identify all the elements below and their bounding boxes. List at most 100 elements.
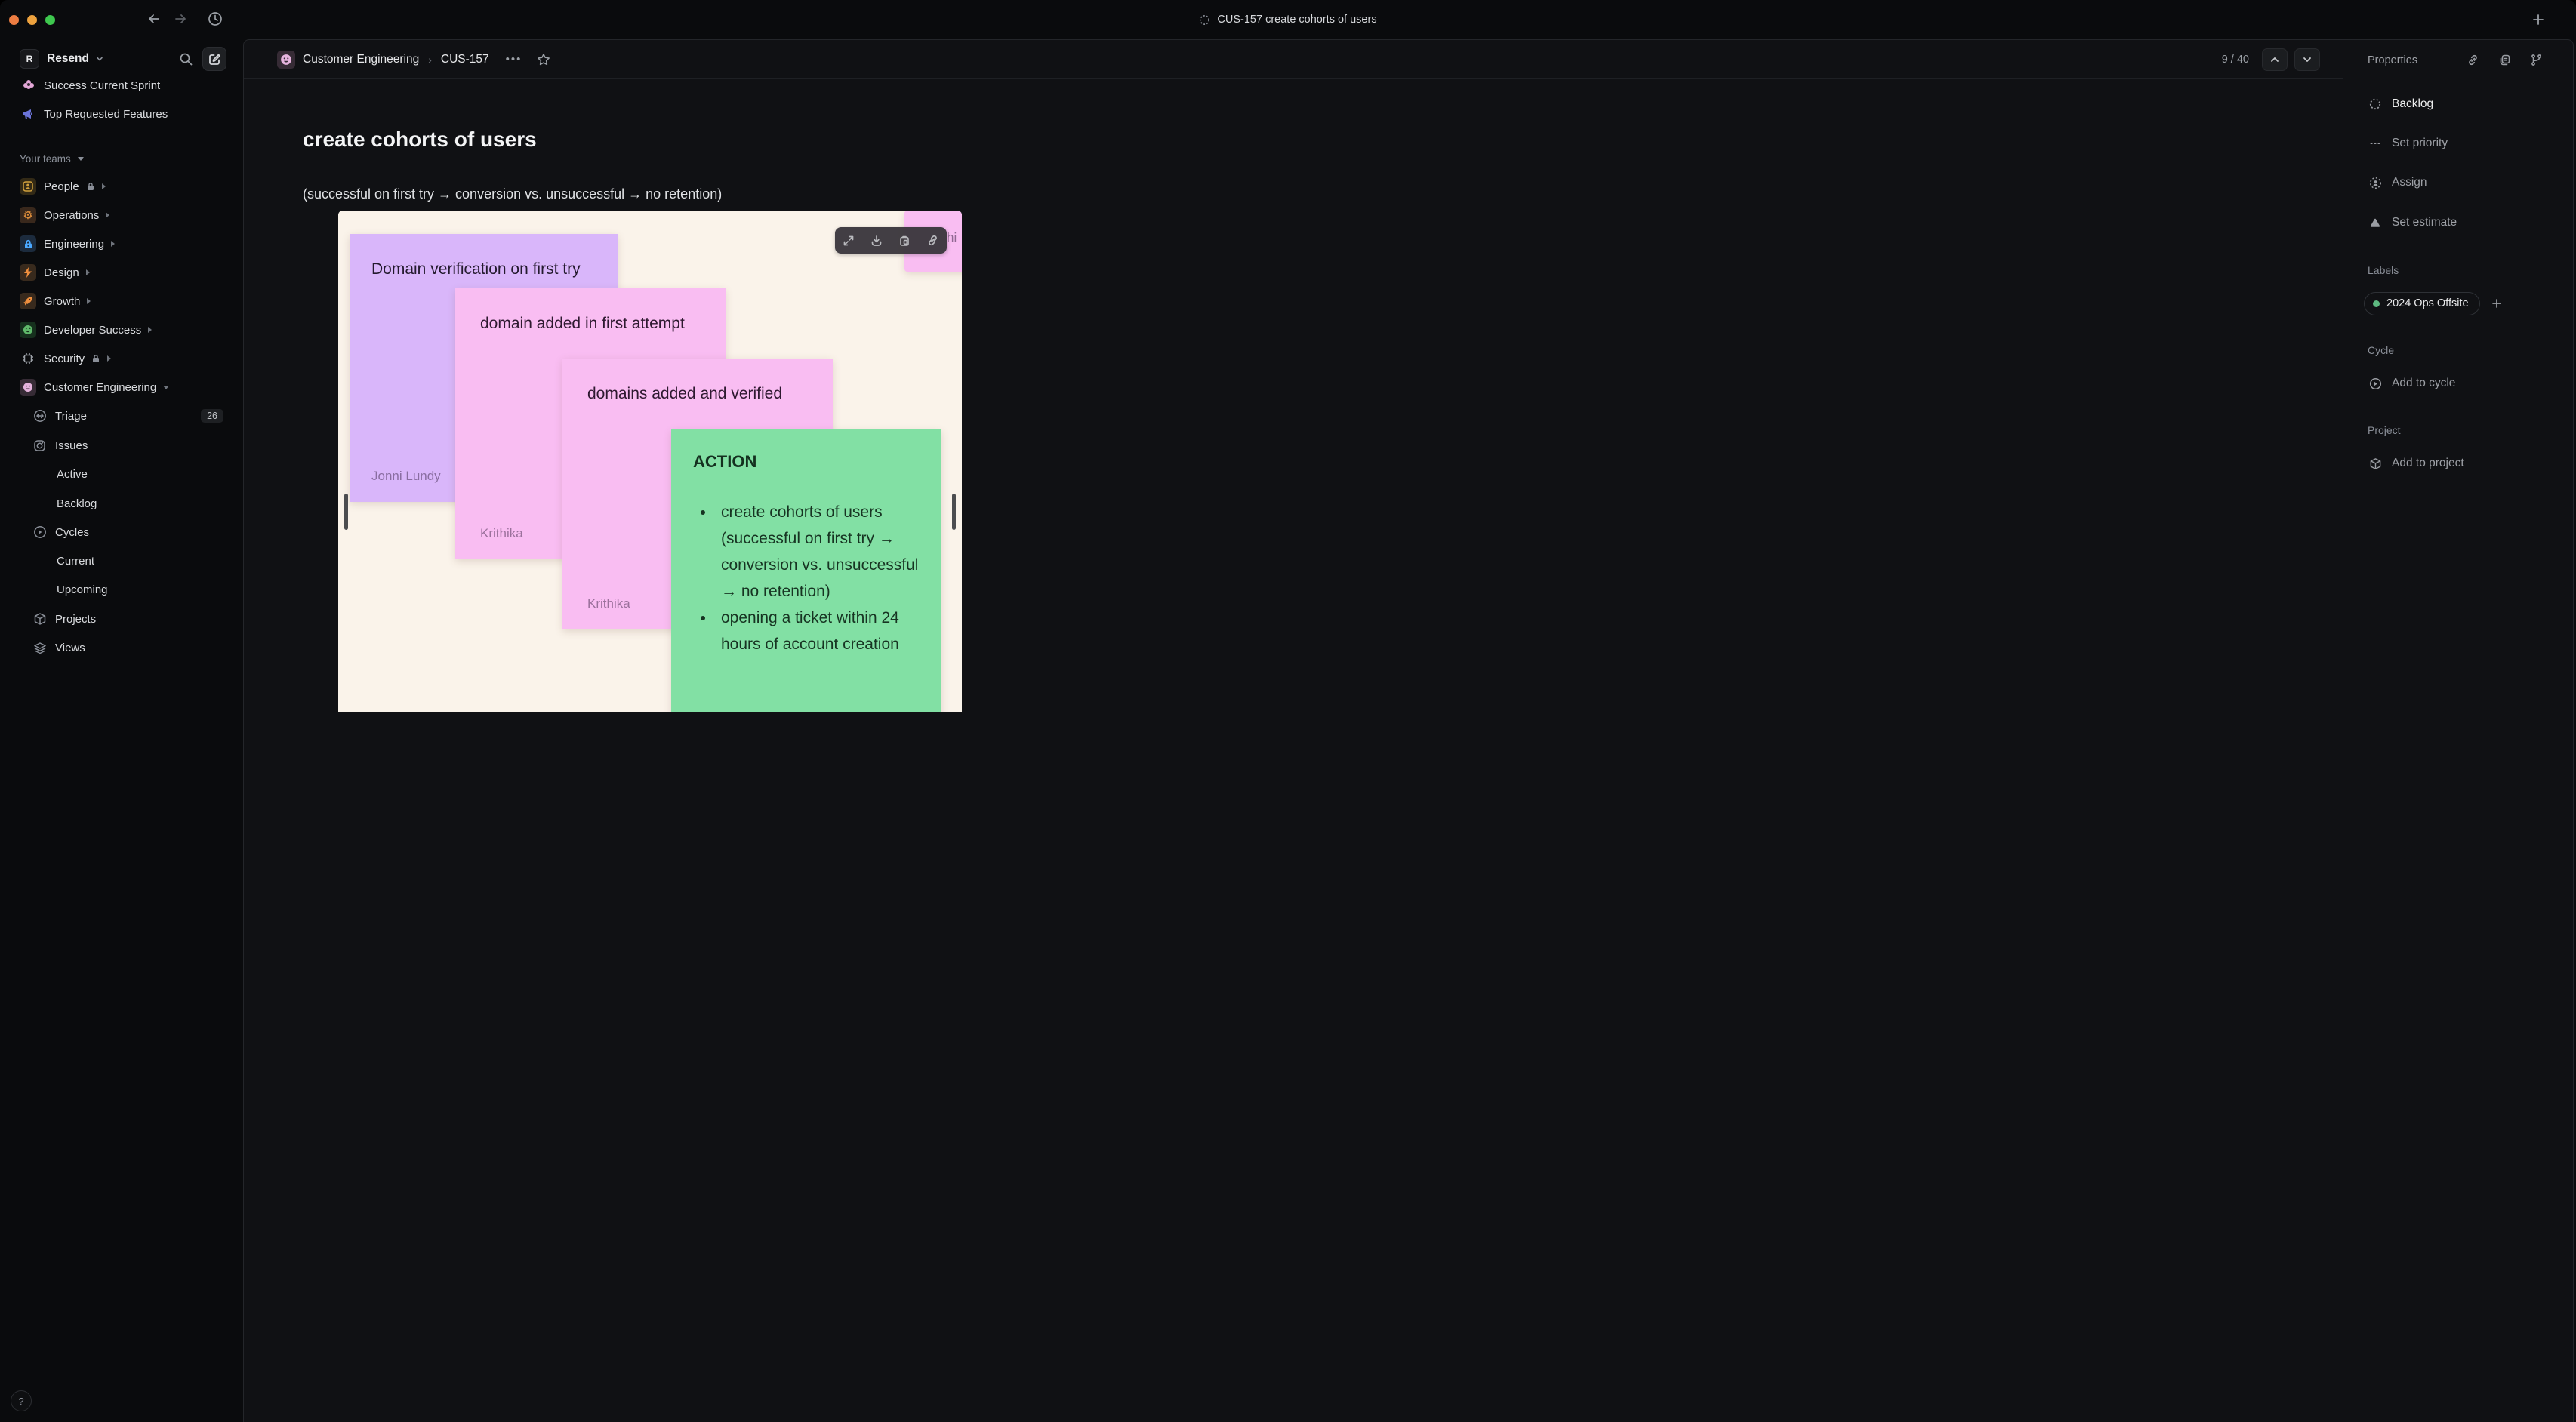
sidebar-team-security[interactable]: Security: [11, 346, 234, 371]
team-label: Developer Success: [44, 323, 142, 337]
cycle-play-icon: [2368, 377, 2383, 390]
sidebar-item-triage[interactable]: Triage 26: [11, 404, 234, 428]
sidebar-item-label: Top Requested Features: [44, 107, 168, 121]
no-priority-icon: [2368, 137, 2383, 149]
estimate-value: Set estimate: [2392, 216, 2457, 229]
chevron-down-icon: [77, 156, 84, 161]
sidebar-item-issues[interactable]: Issues: [11, 433, 234, 457]
sticky-note-green-action: ACTION create cohorts of users (successf…: [671, 429, 941, 712]
image-resize-handle-left[interactable]: [344, 494, 348, 530]
expand-image-icon[interactable]: [843, 235, 855, 247]
image-hover-toolbar: [835, 227, 947, 254]
sidebar-team-growth[interactable]: Growth: [11, 289, 234, 313]
chevron-down-icon: [163, 385, 170, 389]
labels-section-header: Labels: [2368, 261, 2559, 279]
new-tab-plus-icon[interactable]: [2531, 12, 2546, 27]
sidebar: R Resend Success Current Sprint Top Requ…: [0, 39, 243, 1422]
sidebar-item-current[interactable]: Current: [11, 549, 234, 573]
sticky-note-author: Jonni Lundy: [371, 469, 441, 483]
sidebar-item-backlog[interactable]: Backlog: [11, 491, 234, 516]
sidebar-item-cycles[interactable]: Cycles: [11, 520, 234, 544]
issue-title: create cohorts of users: [303, 128, 537, 151]
sidebar-item-upcoming[interactable]: Upcoming: [11, 577, 234, 602]
gear-icon: ⚙: [20, 207, 36, 223]
sidebar-item-projects[interactable]: Projects: [11, 607, 234, 631]
chevron-right-icon: [101, 183, 106, 189]
breadcrumb-team[interactable]: Customer Engineering: [303, 53, 419, 66]
add-to-project-button[interactable]: Add to project: [2368, 453, 2559, 474]
sidebar-item-label: Views: [55, 641, 85, 654]
lock-icon: [91, 354, 100, 363]
breadcrumb-issue-id[interactable]: CUS-157: [441, 53, 489, 66]
sidebar-item-label: Issues: [55, 439, 88, 452]
add-label-plus-icon[interactable]: [2491, 297, 2503, 309]
priority-field[interactable]: Set priority: [2368, 133, 2559, 154]
help-button[interactable]: ?: [11, 1390, 32, 1411]
bullet-item: opening a ticket within 24 hours of acco…: [715, 605, 926, 657]
properties-panel: Properties Backlog Set priority Assign S…: [2343, 40, 2573, 1422]
flower-icon: [21, 78, 35, 93]
next-issue-button[interactable]: [2294, 48, 2320, 71]
window-title: CUS-157 create cohorts of users: [0, 0, 2576, 39]
sidebar-team-engineering[interactable]: Engineering: [11, 232, 234, 256]
workspace-avatar: R: [20, 49, 39, 69]
teams-section-header[interactable]: Your teams: [11, 146, 234, 171]
estimate-field[interactable]: Set estimate: [2368, 212, 2559, 233]
sidebar-team-design[interactable]: Design: [11, 260, 234, 285]
sidebar-item-label: Success Current Sprint: [44, 78, 161, 92]
sticky-note-author: Krithika: [587, 596, 630, 611]
previous-issue-button[interactable]: [2262, 48, 2288, 71]
sidebar-item-success-current-sprint[interactable]: Success Current Sprint: [11, 73, 234, 97]
properties-title: Properties: [2368, 54, 2418, 66]
download-image-icon[interactable]: [870, 235, 883, 247]
git-branch-icon[interactable]: [2530, 54, 2543, 66]
sidebar-item-label: Projects: [55, 612, 97, 626]
workspace-switcher[interactable]: R Resend: [11, 47, 234, 71]
assignee-field[interactable]: Assign: [2368, 172, 2559, 193]
main-panel: Customer Engineering › CUS-157 ••• 9 / 4…: [243, 39, 2574, 1422]
chevron-right-icon: [87, 298, 91, 304]
sidebar-team-people[interactable]: People: [11, 174, 234, 199]
team-label: Growth: [44, 294, 81, 308]
team-label: Design: [44, 266, 79, 279]
bullet-item: create cohorts of users (successful on f…: [715, 499, 926, 605]
team-label: Customer Engineering: [44, 380, 157, 394]
chip-icon: [20, 350, 36, 367]
favorite-star-icon[interactable]: [537, 53, 550, 66]
sidebar-team-operations[interactable]: ⚙ Operations: [11, 203, 234, 227]
add-to-cycle-button[interactable]: Add to cycle: [2368, 373, 2559, 394]
help-label: ?: [18, 1395, 24, 1407]
box-icon: [32, 612, 47, 626]
window-title-text: CUS-157 create cohorts of users: [1217, 14, 1377, 26]
status-field[interactable]: Backlog: [2368, 94, 2559, 115]
search-icon[interactable]: [176, 49, 196, 69]
copy-to-clipboard-icon[interactable]: [898, 235, 911, 247]
labels-row: 2024 Ops Offsite: [2364, 291, 2559, 315]
copy-link-icon[interactable]: [926, 234, 939, 247]
sidebar-team-customer-engineering[interactable]: Customer Engineering: [11, 375, 234, 399]
copy-issue-id-icon[interactable]: [2498, 54, 2511, 66]
chevron-right-icon: [148, 327, 153, 333]
label-pill[interactable]: 2024 Ops Offsite: [2364, 291, 2480, 315]
more-options-icon[interactable]: •••: [506, 53, 522, 66]
triage-count-badge: 26: [201, 409, 223, 423]
workspace-name: Resend: [47, 52, 89, 65]
whiteboard-image[interactable]: Domain verification on first try Jonni L…: [338, 211, 962, 712]
issue-header: Customer Engineering › CUS-157 ••• 9 / 4…: [244, 40, 2343, 79]
sidebar-item-label: Backlog: [57, 497, 97, 510]
sidebar-item-label: Cycles: [55, 525, 90, 539]
image-resize-handle-right[interactable]: [952, 494, 956, 530]
copy-issue-link-icon[interactable]: [2467, 54, 2479, 66]
team-label: People: [44, 180, 79, 193]
sidebar-item-views[interactable]: Views: [11, 636, 234, 660]
new-issue-compose-button[interactable]: [202, 47, 226, 71]
sidebar-item-active[interactable]: Active: [11, 462, 234, 486]
issues-icon: [32, 439, 47, 453]
backlog-status-icon: [2368, 98, 2383, 110]
backlog-status-icon: [1200, 14, 1210, 25]
sidebar-team-developer-success[interactable]: Developer Success: [11, 318, 234, 342]
lock-icon: [86, 182, 95, 191]
assign-person-icon: [2368, 177, 2383, 189]
sidebar-item-top-requested-features[interactable]: Top Requested Features: [11, 102, 234, 126]
sticky-note-author: Krithika: [480, 526, 523, 540]
